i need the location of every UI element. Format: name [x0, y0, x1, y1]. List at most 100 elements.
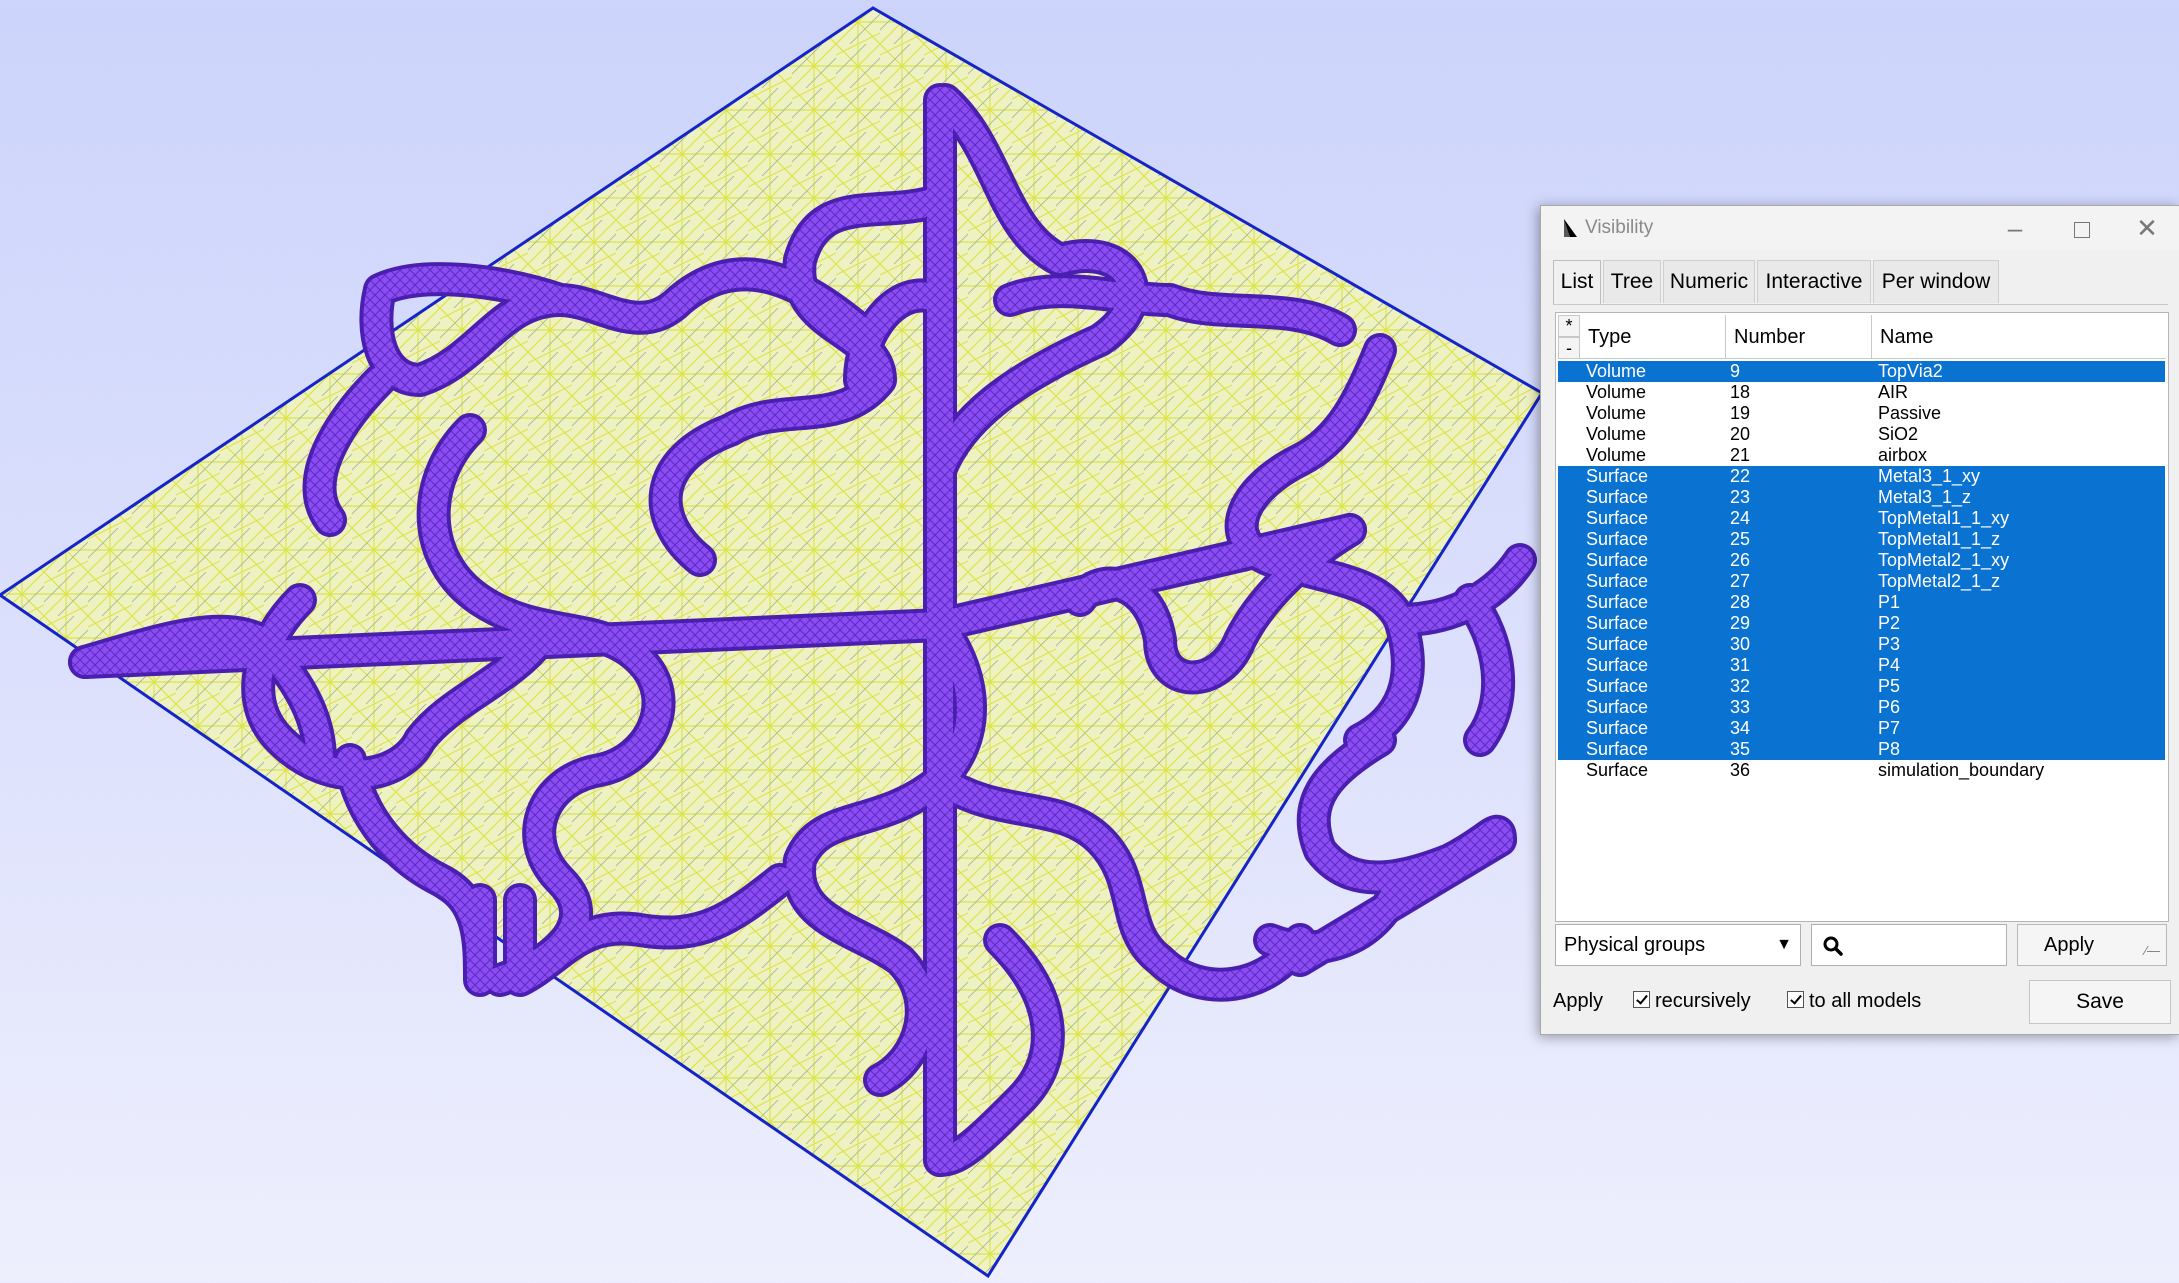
list-item[interactable]: Surface 27 TopMetal2_1_z [1558, 571, 2165, 592]
dropdown-arrow-icon: ▼ [1776, 936, 1792, 953]
row-name: P2 [1878, 613, 1901, 633]
row-number: 9 [1730, 361, 1741, 381]
list-item[interactable]: Surface 36 simulation_boundary [1558, 760, 2165, 781]
row-name: P3 [1878, 634, 1901, 654]
tab-tree[interactable]: Tree [1603, 260, 1661, 303]
row-type: Surface [1586, 634, 1649, 654]
search-input[interactable] [1811, 924, 2007, 966]
row-type: Surface [1586, 655, 1649, 675]
list-item[interactable]: Volume 19 Passive [1558, 403, 2165, 424]
list-item[interactable]: Surface 22 Metal3_1_xy [1558, 466, 2165, 487]
title-bar[interactable]: Visibility – ✕ [1541, 206, 2179, 250]
row-number: 27 [1730, 571, 1751, 591]
tab-interactive[interactable]: Interactive [1757, 260, 1871, 303]
list-item[interactable]: Surface 24 TopMetal1_1_xy [1558, 508, 2165, 529]
row-type: Surface [1586, 508, 1649, 528]
row-number: 28 [1730, 592, 1751, 612]
row-type: Surface [1586, 739, 1649, 759]
row-name: TopMetal1_1_z [1878, 529, 2001, 549]
row-name: P6 [1878, 697, 1901, 717]
list-item[interactable]: Surface 23 Metal3_1_z [1558, 487, 2165, 508]
group-mode-select[interactable]: Physical groups ▼ [1555, 924, 1801, 966]
maximize-icon[interactable] [2049, 206, 2115, 250]
tab-list[interactable]: List [1553, 260, 1601, 305]
gmsh-logo-icon [1564, 219, 1577, 237]
row-type: Volume [1586, 361, 1647, 381]
row-name: TopVia2 [1878, 361, 1943, 381]
column-header-type[interactable]: Type [1580, 315, 1726, 359]
select-none-button[interactable]: - [1558, 337, 1580, 359]
tab-numeric[interactable]: Numeric [1663, 260, 1755, 303]
minimize-icon[interactable]: – [1982, 206, 2048, 250]
list-item[interactable]: Surface 31 P4 [1558, 655, 2165, 676]
list-item[interactable]: Surface 29 P2 [1558, 613, 2165, 634]
row-type: Surface [1586, 487, 1649, 507]
row-number: 19 [1730, 403, 1751, 423]
search-icon [1823, 936, 1843, 956]
window-title: Visibility [1585, 217, 1654, 238]
row-type: Surface [1586, 529, 1649, 549]
row-type: Surface [1586, 613, 1649, 633]
row-type: Surface [1586, 676, 1649, 696]
select-all-button[interactable]: * [1558, 315, 1580, 337]
row-type: Surface [1586, 760, 1649, 780]
row-name: Passive [1878, 403, 1942, 423]
row-number: 32 [1730, 676, 1751, 696]
row-name: P5 [1878, 676, 1901, 696]
row-number: 33 [1730, 697, 1751, 717]
list-item[interactable]: Surface 28 P1 [1558, 592, 2165, 613]
row-name: TopMetal2_1_z [1878, 571, 2001, 591]
row-name: P4 [1878, 655, 1901, 675]
row-number: 29 [1730, 613, 1751, 633]
list-item[interactable]: Surface 33 P6 [1558, 697, 2165, 718]
column-header-number[interactable]: Number [1726, 315, 1872, 359]
row-number: 25 [1730, 529, 1751, 549]
row-number: 21 [1730, 445, 1751, 465]
resize-grip-icon: ∕— [2144, 943, 2160, 958]
tab-per-window[interactable]: Per window [1873, 260, 1999, 303]
list-item[interactable]: Surface 30 P3 [1558, 634, 2165, 655]
list-item[interactable]: Volume 21 airbox [1558, 445, 2165, 466]
row-type: Surface [1586, 718, 1649, 738]
list-rows: Volume 9 TopVia2 Volume 18 AIR Volume 19 Passive… [1558, 361, 2165, 781]
list-item[interactable]: Surface 25 TopMetal1_1_z [1558, 529, 2165, 550]
row-number: 31 [1730, 655, 1751, 675]
row-type: Surface [1586, 571, 1649, 591]
list-item[interactable]: Surface 32 P5 [1558, 676, 2165, 697]
row-type: Volume [1586, 445, 1647, 465]
row-name: P7 [1878, 718, 1901, 738]
group-mode-value: Physical groups [1564, 934, 1706, 956]
row-name: SiO2 [1878, 424, 1919, 444]
row-number: 35 [1730, 739, 1751, 759]
row-number: 18 [1730, 382, 1751, 402]
row-type: Volume [1586, 424, 1647, 444]
list-item[interactable]: Surface 35 P8 [1558, 739, 2165, 760]
list-item[interactable]: Surface 26 TopMetal2_1_xy [1558, 550, 2165, 571]
row-number: 23 [1730, 487, 1751, 507]
row-type: Surface [1586, 592, 1649, 612]
row-number: 26 [1730, 550, 1751, 570]
close-icon[interactable]: ✕ [2114, 206, 2179, 250]
apply-options-label: Apply [1553, 990, 1604, 1012]
column-header-name[interactable]: Name [1872, 315, 2166, 359]
list-item[interactable]: Volume 20 SiO2 [1558, 424, 2165, 445]
row-name: simulation_boundary [1878, 760, 2045, 780]
recursively-checkbox[interactable] [1633, 991, 1650, 1008]
all-models-checkbox[interactable] [1787, 991, 1804, 1008]
save-button[interactable]: Save [2029, 980, 2171, 1024]
recursively-label: recursively [1655, 990, 1751, 1012]
row-name: P1 [1878, 592, 1901, 612]
list-item[interactable]: Surface 34 P7 [1558, 718, 2165, 739]
row-number: 34 [1730, 718, 1751, 738]
row-name: airbox [1878, 445, 1928, 465]
entity-list[interactable]: * - Type Number Name Volume 9 TopVia2 Volum… [1555, 312, 2169, 922]
row-type: Surface [1586, 697, 1649, 717]
apply-filter-button[interactable]: Apply ∕— [2017, 924, 2167, 966]
row-type: Surface [1586, 550, 1649, 570]
row-type: Volume [1586, 382, 1647, 402]
row-number: 20 [1730, 424, 1751, 444]
visibility-dialog: Visibility – ✕ List Tree Numeric Interac… [1540, 205, 2179, 1035]
list-item[interactable]: Volume 9 TopVia2 [1558, 361, 2165, 382]
list-item[interactable]: Volume 18 AIR [1558, 382, 2165, 403]
row-name: P8 [1878, 739, 1901, 759]
